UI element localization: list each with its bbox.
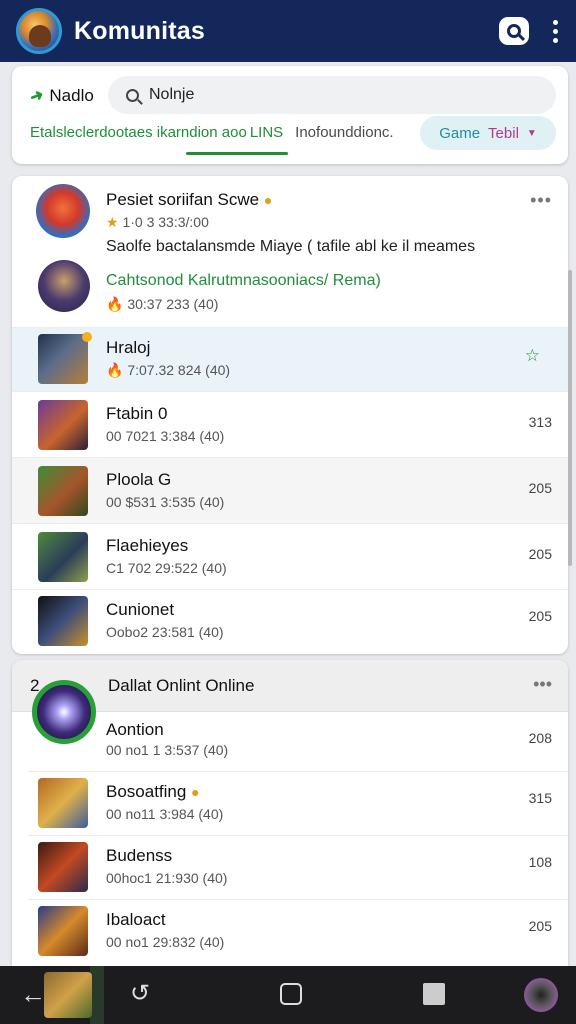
bottom-nav-bar: ← ↺ xyxy=(0,966,576,1024)
active-tab-indicator xyxy=(186,152,288,155)
overview-button-icon[interactable] xyxy=(423,983,445,1005)
refresh-icon[interactable]: ↺ xyxy=(130,982,150,1006)
list-item[interactable]: Pesiet soriifan Scwe ● ★ 1·0 3 33:3/:00 … xyxy=(12,176,568,328)
list-item[interactable]: Bosoatfing ● 00 no11 3:984 (40) 315 xyxy=(28,772,568,836)
list-item[interactable]: Aontion 00 no1 1 3:537 (40) 208 xyxy=(28,712,568,772)
trend-arrow-icon: ➜ xyxy=(27,86,47,107)
online-section: 2 Dallat Onlint Online ••• Aontion 00 no… xyxy=(12,660,568,966)
berserker-thumb-icon xyxy=(38,842,88,892)
search-bar[interactable] xyxy=(108,76,556,114)
app-logo-icon[interactable] xyxy=(16,8,62,54)
favorite-star-icon[interactable]: ☆ xyxy=(525,346,540,366)
tab-lins[interactable]: LINS xyxy=(250,124,283,141)
back-arrow-icon[interactable]: ← xyxy=(20,981,46,1007)
tab-info[interactable]: Inofounddionc. xyxy=(295,124,393,141)
rogue-thumb-icon xyxy=(38,596,88,646)
search-button[interactable] xyxy=(499,17,529,45)
warrior-avatar-icon xyxy=(38,260,90,312)
list-item[interactable]: Hraloj 🔥 7:07.32 824 (40) ☆ xyxy=(12,328,568,392)
star-icon: ★ xyxy=(106,214,119,230)
list-item[interactable]: Ftabin 0 00 7021 3:384 (40) 313 xyxy=(12,392,568,458)
overflow-menu-button[interactable] xyxy=(549,16,562,47)
page-title: Komunitas xyxy=(74,16,205,45)
community-list: Pesiet soriifan Scwe ● ★ 1·0 3 33:3/:00 … xyxy=(12,176,568,654)
app-bar: Komunitas xyxy=(0,0,576,62)
list-item[interactable]: Ploola G 00 $531 3:535 (40) 205 xyxy=(12,458,568,524)
search-icon xyxy=(126,88,139,102)
chevron-down-icon: ▼ xyxy=(526,127,537,139)
vortex-thumb-icon xyxy=(32,680,96,744)
recent-app-thumb-icon[interactable] xyxy=(44,972,92,1018)
online-badge-icon xyxy=(82,332,92,342)
scrollbar[interactable] xyxy=(568,270,572,566)
more-options-icon[interactable]: ••• xyxy=(530,190,552,211)
medal-icon: ● xyxy=(191,784,200,800)
filter-card: ➜ Nadlo Etalsleclerdootaes ikarndion aoo… xyxy=(12,66,568,164)
knight-thumb-icon xyxy=(38,532,88,582)
medal-icon: ● xyxy=(263,192,273,208)
list-item[interactable]: Flaehieyes C1 702 29:522 (40) 205 xyxy=(12,524,568,590)
filter-tabs: Etalsleclerdootaes ikarndion aoo LINS In… xyxy=(30,124,394,141)
tab-all[interactable]: Etalsleclerdootaes ikarndion aoo xyxy=(30,124,247,141)
home-button-icon[interactable] xyxy=(280,983,302,1005)
search-icon xyxy=(507,24,521,38)
nadlo-filter[interactable]: ➜ Nadlo xyxy=(27,86,94,107)
section-header: 2 Dallat Onlint Online ••• xyxy=(12,660,568,712)
flame-icon: 🔥 xyxy=(106,296,124,312)
dwarf-thumb-icon xyxy=(38,778,88,828)
game-filter-dropdown[interactable]: Game Tebil ▼ xyxy=(420,116,556,150)
list-item[interactable]: Budenss 00hoc1 21:930 (40) 108 xyxy=(28,836,568,900)
flame-icon: 🔥 xyxy=(106,362,124,378)
game-avatar-icon xyxy=(36,184,90,238)
user-avatar-icon[interactable] xyxy=(524,978,558,1012)
paladin-thumb-icon xyxy=(38,906,88,956)
more-options-icon[interactable]: ••• xyxy=(533,674,552,695)
search-input[interactable] xyxy=(149,86,529,104)
mage-thumb-icon xyxy=(38,400,88,450)
hero-thumb-icon xyxy=(38,334,88,384)
orc-thumb-icon xyxy=(38,466,88,516)
list-item[interactable]: Ibaloact 00 no1 29:832 (40) 205 xyxy=(28,900,568,966)
list-item[interactable]: Cunionet Oobo2 23:581 (40) 205 xyxy=(12,590,568,654)
section-title: Dallat Onlint Online xyxy=(108,676,255,695)
